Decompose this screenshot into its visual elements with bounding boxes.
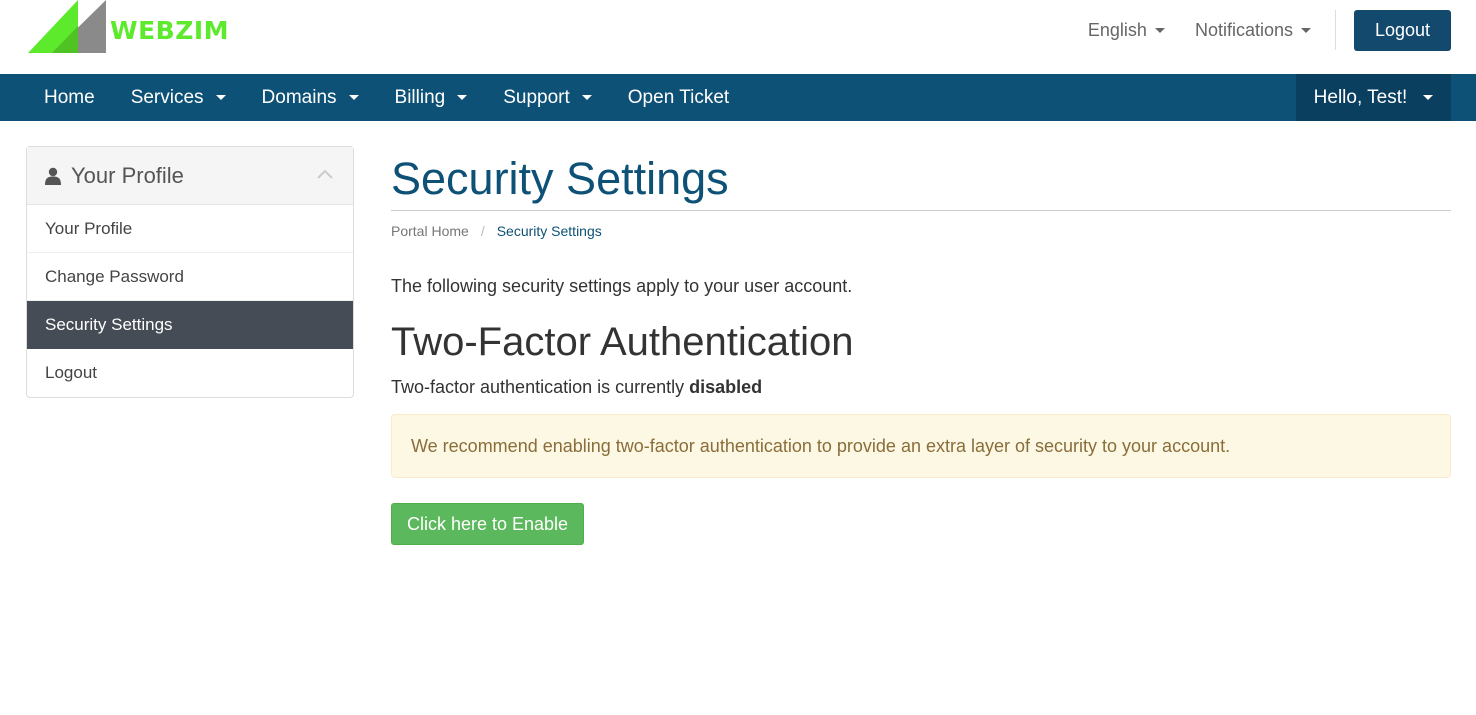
breadcrumb: Portal Home / Security Settings xyxy=(391,223,1451,239)
sidebar-item-label: Logout xyxy=(45,363,97,382)
language-label: English xyxy=(1087,19,1147,40)
language-dropdown[interactable]: English xyxy=(1088,20,1165,41)
caret-down-icon xyxy=(457,95,468,100)
chevron-up-icon[interactable] xyxy=(317,169,333,179)
caret-down-icon xyxy=(1301,27,1311,33)
page-title: Security Settings xyxy=(391,146,1451,211)
sidebar-title: Your Profile xyxy=(71,162,184,188)
enable-2fa-button[interactable]: Click here to Enable xyxy=(391,503,584,545)
caret-down-icon xyxy=(581,95,592,100)
nav-item-billing[interactable]: Billing xyxy=(377,74,486,121)
header: WEBZIM English Notifications Logout xyxy=(0,0,1476,74)
warning-alert: We recommend enabling two-factor authent… xyxy=(391,414,1451,478)
divider xyxy=(1335,10,1336,50)
section-title: Two-Factor Authentication xyxy=(391,320,854,364)
logout-button[interactable]: Logout xyxy=(1354,9,1451,51)
nav-item-label: Domains xyxy=(261,86,337,108)
sidebar-item-security-settings[interactable]: Security Settings xyxy=(27,301,353,349)
nav-item-label: Home xyxy=(44,86,95,108)
profile-sidebar: Your Profile Your Profile Change Passwor… xyxy=(26,146,354,398)
user-menu[interactable]: Hello, Test! xyxy=(1296,74,1451,121)
notifications-dropdown[interactable]: Notifications xyxy=(1195,20,1311,41)
nav-item-domains[interactable]: Domains xyxy=(244,74,377,121)
notifications-label: Notifications xyxy=(1194,19,1293,40)
two-factor-status: Two-factor authentication is currently d… xyxy=(391,377,1451,398)
user-greeting: Hello, Test! xyxy=(1313,86,1408,108)
nav-item-support[interactable]: Support xyxy=(485,74,610,121)
sidebar-item-label: Change Password xyxy=(45,266,184,286)
nav-item-label: Billing xyxy=(394,86,446,108)
status-prefix: Two-factor authentication is currently xyxy=(391,377,690,397)
user-icon xyxy=(45,167,61,185)
sidebar-item-change-password[interactable]: Change Password xyxy=(27,253,353,301)
caret-down-icon xyxy=(1154,27,1165,33)
sidebar-item-label: Security Settings xyxy=(45,314,173,334)
breadcrumb-home-link[interactable]: Portal Home xyxy=(391,223,469,239)
nav-item-open-ticket[interactable]: Open Ticket xyxy=(610,74,747,121)
nav-item-label: Support xyxy=(503,86,570,108)
breadcrumb-current: Security Settings xyxy=(496,223,602,239)
nav-item-label: Services xyxy=(130,86,204,108)
intro-text: The following security settings apply to… xyxy=(391,276,853,296)
caret-down-icon xyxy=(1423,95,1434,100)
nav-item-label: Open Ticket xyxy=(627,86,730,108)
caret-down-icon xyxy=(215,95,226,100)
nav-item-services[interactable]: Services xyxy=(113,74,244,121)
caret-down-icon xyxy=(348,95,359,100)
nav-item-home[interactable]: Home xyxy=(26,74,113,121)
logo-text: WEBZIM xyxy=(110,16,230,45)
main-nav: Home Services Domains Billing Support Op… xyxy=(0,74,1476,121)
status-value: disabled xyxy=(689,377,763,397)
sidebar-item-label: Your Profile xyxy=(45,218,133,238)
logo-mark-icon xyxy=(28,0,106,53)
logo[interactable]: WEBZIM xyxy=(28,0,238,56)
breadcrumb-separator: / xyxy=(480,223,485,239)
sidebar-item-your-profile[interactable]: Your Profile xyxy=(27,205,353,253)
sidebar-header[interactable]: Your Profile xyxy=(27,147,353,205)
alert-text: We recommend enabling two-factor authent… xyxy=(411,435,1231,456)
sidebar-item-logout[interactable]: Logout xyxy=(27,349,353,397)
main-content: Security Settings Portal Home / Security… xyxy=(391,146,1451,545)
